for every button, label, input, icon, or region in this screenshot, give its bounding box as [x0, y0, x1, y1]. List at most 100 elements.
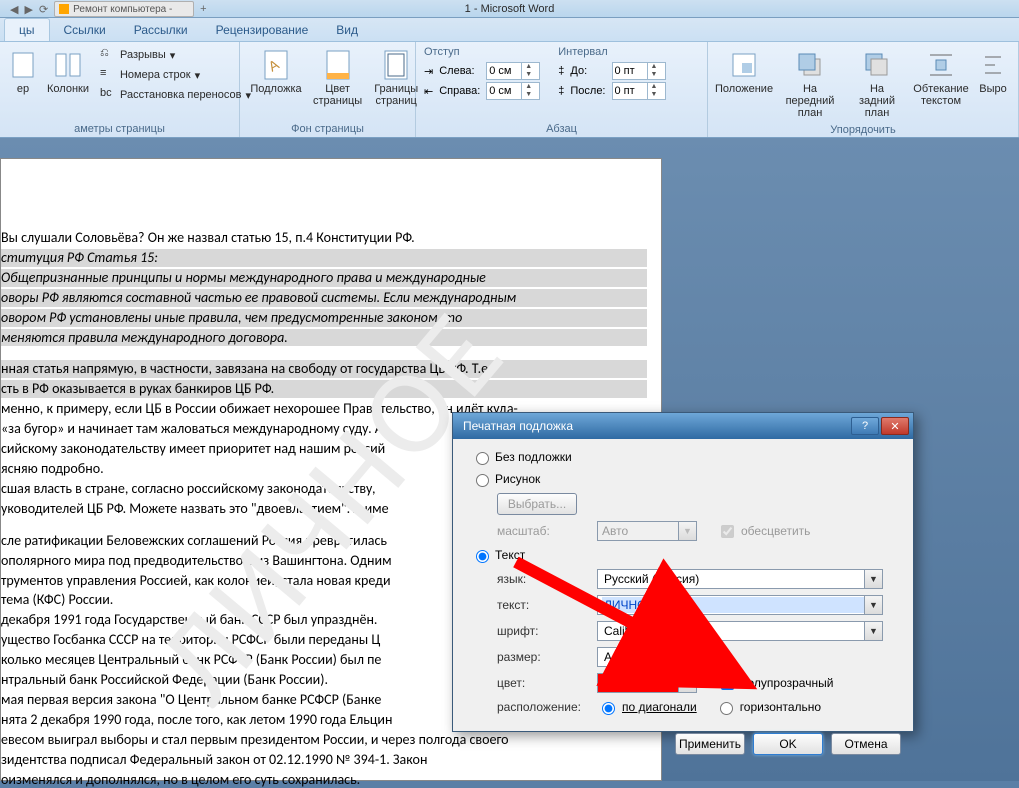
indent-left-input[interactable]: ▲▼ — [486, 62, 540, 80]
washout-checkbox: обесцветить — [717, 522, 810, 541]
text-line[interactable] — [1, 348, 647, 358]
chevron-down-icon[interactable]: ▼ — [678, 674, 696, 692]
dialog-titlebar[interactable]: Печатная подложка ? ✕ — [453, 413, 913, 439]
size-label: размер: — [497, 650, 597, 664]
align-button[interactable]: Выро — [976, 46, 1010, 98]
text-line[interactable]: Общепризнанные принципы и нормы междунар… — [1, 269, 647, 287]
window-title: 1 - Microsoft Word — [465, 3, 555, 15]
text-label: текст: — [497, 598, 597, 612]
chevron-down-icon[interactable]: ▼ — [864, 622, 882, 640]
caret-right-icon[interactable]: ▶ — [24, 3, 32, 16]
layout-label: расположение: — [497, 700, 597, 714]
before-label: До: — [570, 65, 605, 77]
page-size-icon — [7, 49, 39, 81]
text-line[interactable]: ституция РФ Статья 15: — [1, 249, 647, 267]
watermark-dialog: Печатная подложка ? ✕ Без подложки Рисун… — [452, 412, 914, 732]
radio-diagonal[interactable]: по диагонали — [597, 699, 697, 715]
after-label: После: — [570, 85, 605, 97]
watermark-button[interactable]: A Подложка — [248, 46, 304, 98]
tab-page-layout[interactable]: цы — [4, 18, 50, 41]
watermark-label: Подложка — [250, 83, 301, 95]
text-wrap-button[interactable]: Обтекание текстом — [912, 46, 970, 110]
text-line[interactable]: оворы РФ являются составной частью ее пр… — [1, 289, 647, 307]
font-combo[interactable]: ▼ — [597, 621, 883, 641]
cancel-button[interactable]: Отмена — [831, 733, 901, 755]
left-label: Слева: — [439, 65, 480, 77]
group-page-bg-label: Фон страницы — [248, 121, 407, 135]
help-icon: ? — [862, 420, 868, 432]
text-wrap-icon — [925, 49, 957, 81]
size-button[interactable]: ер — [8, 46, 38, 98]
caret-left-icon[interactable]: ◀ — [10, 3, 18, 16]
text-line[interactable]: оизменялся и дополнялся, но в целом его … — [1, 771, 647, 788]
help-button[interactable]: ? — [851, 417, 879, 435]
tab-references[interactable]: Ссылки — [50, 19, 120, 41]
chevron-down-icon[interactable]: ▼ — [864, 570, 882, 588]
ok-button[interactable]: OK — [753, 733, 823, 755]
ribbon: ер Колонки ⎌Разрывы▾ ≡Номера строк▾ bcРа… — [0, 42, 1019, 138]
page-color-button[interactable]: Цвет страницы — [310, 46, 365, 110]
text-line[interactable]: нная статья напрямую, в частности, завяз… — [1, 360, 647, 378]
radio-horizontal[interactable]: горизонтально — [715, 699, 821, 715]
language-combo[interactable]: ▼ — [597, 569, 883, 589]
scale-label: масштаб: — [497, 524, 597, 538]
radio-text[interactable]: Текст — [471, 547, 901, 563]
page-borders-label: Границы страниц — [374, 83, 418, 107]
page-borders-icon — [380, 49, 412, 81]
tab-label: Ремонт компьютера - — [73, 4, 172, 15]
indent-left-icon: ⇥ — [424, 65, 433, 78]
indent-right-icon: ⇤ — [424, 85, 433, 98]
breaks-icon: ⎌ — [100, 47, 116, 63]
chevron-down-icon: ▾ — [195, 69, 201, 82]
indent-label: Отступ — [424, 46, 540, 60]
titlebar: ◀ ▶ ⟳ Ремонт компьютера - + 1 - Microsof… — [0, 0, 1019, 18]
position-button[interactable]: Положение — [716, 46, 772, 98]
close-icon: ✕ — [890, 420, 899, 433]
select-picture-button: Выбрать... — [497, 493, 577, 515]
hyphenation-button[interactable]: bcРасстановка переносов▾ — [98, 86, 253, 104]
radio-picture[interactable]: Рисунок — [471, 471, 901, 487]
color-combo[interactable]: ▼ — [597, 673, 697, 693]
indent-right-input[interactable]: ▲▼ — [486, 82, 540, 100]
group-page-setup-label: аметры страницы — [8, 121, 231, 135]
browser-tab[interactable]: Ремонт компьютера - — [54, 1, 194, 17]
close-button[interactable]: ✕ — [881, 417, 909, 435]
bring-front-icon — [794, 49, 826, 81]
line-numbers-button[interactable]: ≡Номера строк▾ — [98, 66, 253, 84]
right-label: Справа: — [439, 85, 480, 97]
text-line[interactable]: сть в РФ оказывается в руках банкиров ЦБ… — [1, 380, 647, 398]
text-line[interactable]: меняются правила международного договора… — [1, 329, 647, 347]
page-color-label: Цвет страницы — [313, 83, 362, 107]
chevron-down-icon: ▾ — [170, 49, 176, 62]
radio-none[interactable]: Без подложки — [471, 449, 901, 465]
color-label: цвет: — [497, 676, 597, 690]
align-icon — [977, 49, 1009, 81]
tab-mailings[interactable]: Рассылки — [120, 19, 202, 41]
text-line[interactable]: Вы слушали Соловьёва? Он же назвал стать… — [1, 229, 647, 247]
reload-icon[interactable]: ⟳ — [39, 3, 48, 16]
interval-label: Интервал — [558, 46, 665, 60]
chevron-down-icon[interactable]: ▼ — [864, 596, 882, 614]
size-label: ер — [17, 83, 29, 95]
apply-button[interactable]: Применить — [675, 733, 745, 755]
columns-button[interactable]: Колонки — [44, 46, 92, 98]
page-borders-button[interactable]: Границы страниц — [371, 46, 421, 110]
text-combo[interactable]: ▼ — [597, 595, 883, 615]
tab-review[interactable]: Рецензирование — [202, 19, 323, 41]
new-tab-icon[interactable]: + — [200, 3, 206, 15]
chevron-down-icon[interactable]: ▼ — [678, 648, 696, 666]
breaks-button[interactable]: ⎌Разрывы▾ — [98, 46, 253, 64]
semitransparent-checkbox[interactable]: полупрозрачный — [717, 674, 833, 693]
send-back-icon — [861, 49, 893, 81]
space-before-input[interactable]: ▲▼ — [612, 62, 666, 80]
font-label: шрифт: — [497, 624, 597, 638]
size-combo[interactable]: ▼ — [597, 647, 697, 667]
bring-front-button[interactable]: На передний план — [778, 46, 842, 122]
send-back-button[interactable]: На задний план — [848, 46, 906, 122]
space-after-input[interactable]: ▲▼ — [612, 82, 666, 100]
text-line[interactable]: овором РФ установлены иные правила, чем … — [1, 309, 647, 327]
scale-combo: Авто▼ — [597, 521, 697, 541]
lang-label: язык: — [497, 572, 597, 586]
tab-view[interactable]: Вид — [322, 19, 372, 41]
dialog-title: Печатная подложка — [463, 419, 573, 433]
